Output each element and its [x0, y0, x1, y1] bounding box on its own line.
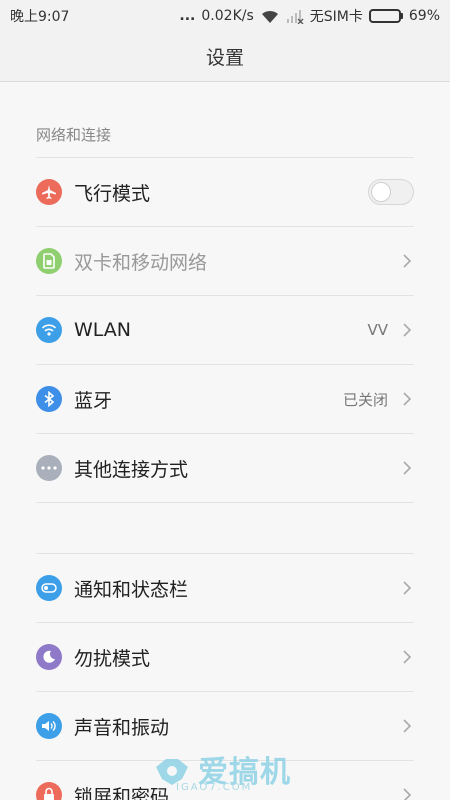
moon-icon [36, 644, 62, 670]
settings-list: 网络和连接 飞行模式 双卡和移动网络 WLAN VV 蓝牙 已关闭 其他连接方式… [0, 82, 450, 800]
network-speed: 0.02K/s [201, 8, 254, 24]
page-title: 设置 [205, 47, 244, 69]
bluetooth-status: 已关闭 [342, 390, 388, 409]
sim-status: 无SIM卡 [309, 9, 363, 25]
chevron-right-icon [403, 581, 412, 595]
settings-item-dual-sim[interactable]: 双卡和移动网络 [36, 227, 414, 296]
settings-item-label: 其他连接方式 [74, 458, 189, 481]
airplane-mode-toggle[interactable] [368, 179, 414, 205]
settings-item-label: 声音和振动 [74, 716, 170, 739]
section-header-network: 网络和连接 [36, 82, 414, 158]
chevron-right-icon [403, 323, 412, 337]
chevron-right-icon [403, 392, 412, 406]
chevron-right-icon [403, 650, 412, 664]
status-time: 晚上9:07 [10, 9, 70, 25]
chevron-right-icon [403, 719, 412, 733]
settings-item-other-connections[interactable]: 其他连接方式 [36, 434, 414, 503]
settings-item-label: 通知和状态栏 [74, 578, 189, 601]
status-icons: ... 0.02K/s 无SIM卡 69% [179, 6, 440, 26]
watermark-subtext: IGAO7.COM [176, 782, 253, 793]
watermark: 爱搞机 IGAO7.COM [152, 744, 291, 794]
settings-item-label: WLAN [74, 319, 132, 341]
wlan-network-name: VV [367, 321, 388, 339]
settings-item-do-not-disturb[interactable]: 勿扰模式 [36, 623, 414, 692]
lock-icon [36, 782, 62, 800]
airplane-icon [36, 179, 62, 205]
battery-percent: 69% [408, 8, 440, 24]
bluetooth-icon [36, 386, 62, 412]
chevron-right-icon [403, 461, 412, 475]
settings-item-label: 飞行模式 [74, 182, 151, 205]
settings-item-airplane-mode[interactable]: 飞行模式 [36, 158, 414, 227]
toggle-icon [36, 575, 62, 601]
settings-item-label: 双卡和移动网络 [74, 251, 208, 274]
more-dots-icon [36, 455, 62, 481]
signal-icon [286, 8, 304, 24]
chevron-right-icon [403, 254, 412, 268]
section-divider [36, 503, 414, 554]
status-bar: 晚上9:07 ... 0.02K/s 无SIM卡 69% [0, 0, 450, 32]
speaker-icon [36, 713, 62, 739]
settings-item-wlan[interactable]: WLAN VV [36, 296, 414, 365]
battery-icon [368, 9, 403, 23]
settings-item-label: 蓝牙 [74, 389, 113, 412]
wifi-status-icon [260, 8, 280, 24]
settings-item-bluetooth[interactable]: 蓝牙 已关闭 [36, 365, 414, 434]
title-bar: 设置 [0, 32, 450, 82]
settings-item-label: 勿扰模式 [74, 647, 151, 670]
status-dots: ... [179, 8, 196, 24]
sim-card-icon [36, 248, 62, 274]
chevron-right-icon [403, 788, 412, 800]
wifi-icon [36, 317, 62, 343]
settings-item-notifications[interactable]: 通知和状态栏 [36, 554, 414, 623]
